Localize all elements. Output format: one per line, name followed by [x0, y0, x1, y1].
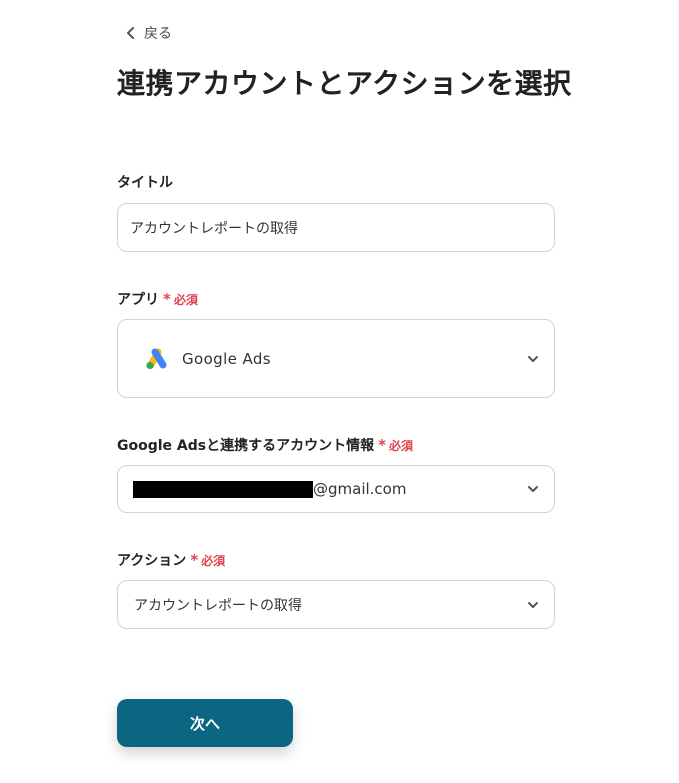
- required-text: 必須: [201, 553, 226, 568]
- action-label: アクション * 必須: [117, 550, 225, 570]
- required-asterisk: *: [190, 550, 199, 569]
- app-label: アプリ * 必須: [117, 289, 198, 309]
- required-asterisk: *: [163, 289, 171, 308]
- account-label-text: Google Adsと連携するアカウント情報: [117, 438, 375, 454]
- title-input[interactable]: アカウントレポートの取得: [117, 203, 555, 252]
- chevron-down-icon: [528, 355, 538, 362]
- title-label-text: タイトル: [117, 175, 173, 191]
- required-asterisk: *: [378, 435, 386, 454]
- chevron-down-icon: [528, 486, 538, 492]
- title-input-value: アカウントレポートの取得: [130, 220, 298, 237]
- required-badge: * 必須: [378, 437, 413, 454]
- account-email-suffix: @gmail.com: [313, 480, 407, 498]
- action-label-text: アクション: [117, 553, 187, 569]
- chevron-left-icon: [127, 27, 134, 39]
- required-badge: * 必須: [163, 291, 198, 308]
- page-title: 連携アカウントとアクションを選択: [117, 67, 572, 100]
- app-select-value: Google Ads: [182, 349, 271, 368]
- action-select-value: アカウントレポートの取得: [134, 597, 302, 614]
- app-select[interactable]: Google Ads: [117, 319, 555, 398]
- required-text: 必須: [173, 292, 198, 307]
- required-badge: * 必須: [190, 552, 225, 569]
- chevron-down-icon: [528, 601, 538, 608]
- required-text: 必須: [388, 438, 413, 453]
- account-label: Google Adsと連携するアカウント情報 * 必須: [117, 435, 413, 455]
- back-label: 戻る: [144, 26, 172, 42]
- action-select[interactable]: アカウントレポートの取得: [117, 580, 555, 629]
- account-select[interactable]: @gmail.com: [117, 465, 555, 513]
- next-button[interactable]: 次へ: [117, 699, 293, 747]
- back-link[interactable]: 戻る: [124, 23, 172, 43]
- title-label: タイトル: [117, 172, 173, 192]
- app-label-text: アプリ: [117, 292, 159, 308]
- google-ads-icon: [146, 348, 167, 369]
- next-button-label: 次へ: [189, 714, 220, 733]
- redacted-email: [133, 480, 313, 498]
